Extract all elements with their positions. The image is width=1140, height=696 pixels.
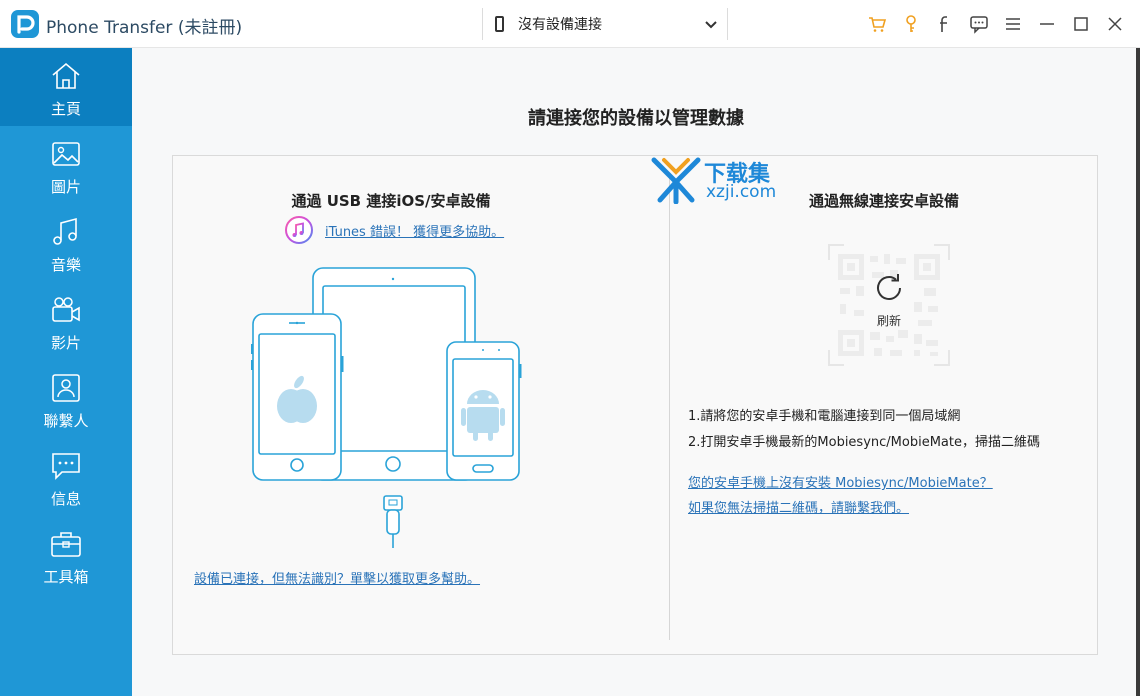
divider <box>669 174 670 640</box>
sidebar: 主頁 圖片 音樂 影片 聯繫人 信息 工具箱 <box>0 48 132 696</box>
watermark: 下载集 xzji.com <box>650 156 790 206</box>
sidebar-item-label: 工具箱 <box>43 568 89 586</box>
watermark-logo-icon <box>651 157 701 205</box>
sidebar-item-label: 聯繫人 <box>43 412 89 430</box>
toolbox-icon <box>51 532 81 557</box>
minimize-icon[interactable] <box>1036 13 1058 35</box>
phone-icon <box>495 16 504 32</box>
refresh-icon[interactable] <box>871 270 907 306</box>
menu-icon[interactable] <box>1002 13 1024 35</box>
video-icon <box>52 297 80 322</box>
itunes-error-link[interactable]: iTunes 錯誤！ 獲得更多協助。 <box>325 221 504 240</box>
connection-steps: 1.請將您的安卓手機和電腦連接到同一個局域網 2.打開安卓手機最新的Mobies… <box>688 404 1040 456</box>
contact-us-link[interactable]: 如果您無法掃描二維碼，請聯繫我們。 <box>688 497 909 516</box>
sidebar-item-label: 圖片 <box>50 178 81 196</box>
close-icon[interactable] <box>1104 13 1126 35</box>
sidebar-item-video[interactable]: 影片 <box>0 282 132 360</box>
devices-illustration <box>251 267 522 548</box>
image-icon <box>52 142 80 166</box>
sidebar-item-music[interactable]: 音樂 <box>0 204 132 282</box>
sidebar-item-label: 影片 <box>50 334 81 352</box>
qr-code[interactable]: 刷新 <box>828 244 950 366</box>
refresh-label: 刷新 <box>876 314 901 328</box>
sidebar-item-home[interactable]: 主頁 <box>0 48 132 126</box>
sidebar-item-label: 信息 <box>50 490 81 508</box>
main-content: 請連接您的設備以管理數據 通過 USB 連接iOS/安卓設備 iTunes 錯誤… <box>132 48 1140 696</box>
chevron-down-icon[interactable] <box>703 16 719 32</box>
sidebar-item-label: 主頁 <box>50 100 81 118</box>
app-title: Phone Transfer (未註冊) <box>46 18 243 38</box>
step-1-text: 1.請將您的安卓手機和電腦連接到同一個局域網 <box>688 409 961 424</box>
sidebar-item-messages[interactable]: 信息 <box>0 438 132 516</box>
watermark-url: xzji.com <box>706 182 777 202</box>
device-selector-label: 沒有設備連接 <box>518 17 602 33</box>
usb-section-title: 通過 USB 連接iOS/安卓設備 <box>291 192 491 210</box>
facebook-icon[interactable] <box>934 13 956 35</box>
app-not-installed-link[interactable]: 您的安卓手機上沒有安裝 Mobiesync/MobieMate？ <box>688 472 993 491</box>
itunes-icon <box>285 216 313 244</box>
device-not-recognized-link[interactable]: 設備已連接，但無法識別？單擊以獲取更多幫助。 <box>194 568 480 587</box>
title-bar: Phone Transfer (未註冊) 沒有設備連接 <box>0 0 1140 48</box>
cart-icon[interactable] <box>866 13 888 35</box>
sidebar-item-images[interactable]: 圖片 <box>0 126 132 204</box>
sidebar-item-label: 音樂 <box>50 256 81 274</box>
sidebar-item-contacts[interactable]: 聯繫人 <box>0 360 132 438</box>
maximize-icon[interactable] <box>1070 13 1092 35</box>
app-logo-icon <box>11 10 39 38</box>
step-2-text: 2.打開安卓手機最新的Mobiesync/MobieMate，掃描二維碼 <box>688 435 1040 450</box>
key-icon[interactable] <box>900 13 922 35</box>
connection-panel: 通過 USB 連接iOS/安卓設備 iTunes 錯誤！ 獲得更多協助。 設備已… <box>172 155 1098 655</box>
page-title: 請連接您的設備以管理數據 <box>528 108 744 129</box>
window-edge <box>1136 48 1140 696</box>
home-icon <box>52 62 80 89</box>
message-icon <box>52 453 80 480</box>
contacts-icon <box>52 374 80 402</box>
sidebar-item-toolbox[interactable]: 工具箱 <box>0 516 132 594</box>
music-icon <box>53 217 77 245</box>
feedback-icon[interactable] <box>968 13 990 35</box>
device-selector[interactable]: 沒有設備連接 <box>482 8 728 40</box>
